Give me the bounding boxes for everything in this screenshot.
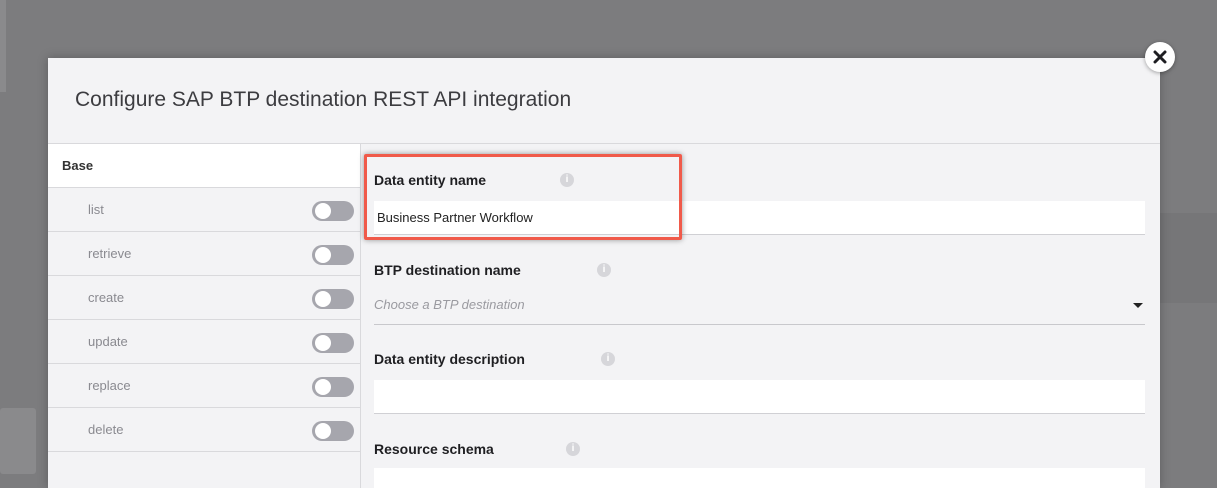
sidebar-header-base[interactable]: Base (48, 144, 360, 188)
operation-label: list (88, 202, 104, 217)
resource-schema-input[interactable] (374, 468, 1145, 488)
btp-destination-select[interactable]: Choose a BTP destination (374, 290, 1145, 325)
data-entity-description-input[interactable] (374, 380, 1145, 414)
btp-destination-placeholder: Choose a BTP destination (374, 297, 525, 312)
operation-label: update (88, 334, 128, 349)
operation-row-list: list (48, 188, 360, 232)
retrieve-toggle[interactable] (312, 245, 354, 265)
close-button[interactable] (1145, 42, 1175, 72)
configure-integration-modal: Configure SAP BTP destination REST API i… (48, 58, 1160, 488)
list-toggle[interactable] (312, 201, 354, 221)
toggle-knob (315, 247, 331, 263)
operation-label: retrieve (88, 246, 132, 261)
background-card (0, 408, 36, 474)
operation-row-delete: delete (48, 408, 360, 452)
operation-label: delete (88, 422, 124, 437)
operation-label: create (88, 290, 125, 305)
info-icon[interactable]: i (597, 263, 611, 277)
operation-row-create: create (48, 276, 360, 320)
create-toggle[interactable] (312, 289, 354, 309)
annotation-highlight-box (364, 154, 682, 240)
operation-row-update: update (48, 320, 360, 364)
operations-sidebar: Base list retrieve create update replace… (48, 144, 361, 488)
modal-header: Configure SAP BTP destination REST API i… (48, 58, 1160, 144)
replace-toggle[interactable] (312, 377, 354, 397)
modal-title: Configure SAP BTP destination REST API i… (75, 88, 572, 111)
btp-destination-name-label: BTP destination name (374, 262, 521, 278)
chevron-down-icon (1133, 303, 1143, 308)
toggle-knob (315, 379, 331, 395)
info-icon[interactable]: i (601, 352, 615, 366)
operation-row-retrieve: retrieve (48, 232, 360, 276)
background-card (0, 0, 6, 92)
data-entity-description-label: Data entity description (374, 351, 525, 367)
toggle-knob (315, 335, 331, 351)
toggle-knob (315, 291, 331, 307)
close-icon (1153, 50, 1167, 64)
update-toggle[interactable] (312, 333, 354, 353)
operation-label: replace (88, 378, 131, 393)
operation-row-replace: replace (48, 364, 360, 408)
background-band (1160, 213, 1217, 303)
delete-toggle[interactable] (312, 421, 354, 441)
resource-schema-label: Resource schema (374, 441, 494, 457)
toggle-knob (315, 423, 331, 439)
info-icon[interactable]: i (566, 442, 580, 456)
toggle-knob (315, 203, 331, 219)
